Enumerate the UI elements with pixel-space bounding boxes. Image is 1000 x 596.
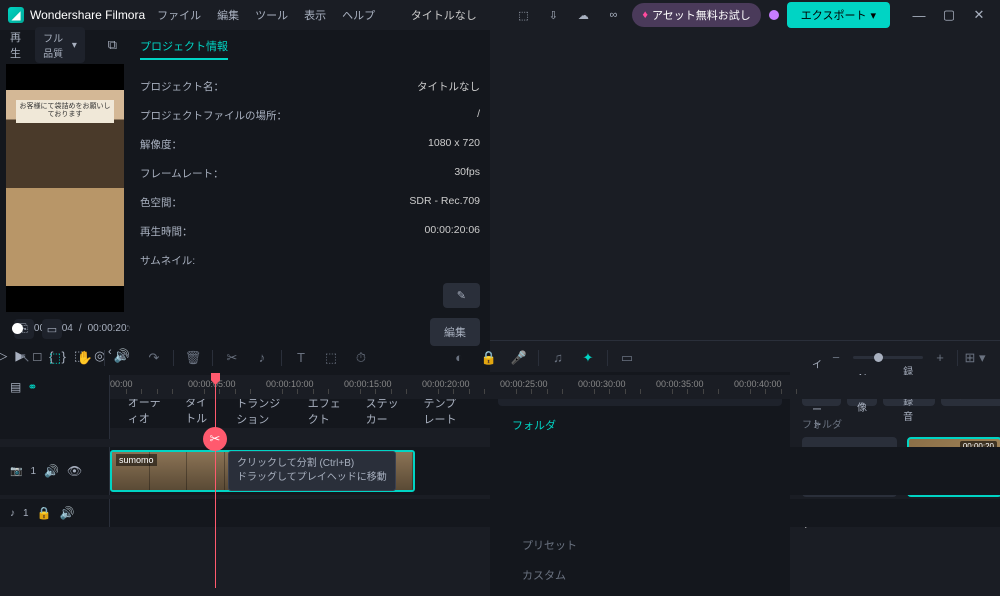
mic-icon[interactable]: 🎤 — [508, 347, 530, 369]
folder-icon[interactable]: ▭ — [42, 319, 62, 339]
delete-button[interactable]: 🗑 — [182, 347, 204, 369]
close-button[interactable]: ✕ — [966, 5, 992, 25]
inspector-row-2: 解像度：1080 x 720 — [140, 130, 480, 159]
text-tool[interactable]: T — [290, 347, 312, 369]
menu-file[interactable]: ファイル — [157, 7, 201, 23]
play-label: 再生 — [10, 29, 25, 61]
zoom-in-button[interactable]: + — [929, 347, 951, 369]
zoom-out-button[interactable]: − — [825, 347, 847, 369]
video-track-icon: 📷 — [10, 466, 22, 477]
clip-label: sumomo — [116, 454, 157, 466]
filmora-icon: ◢ — [8, 7, 24, 23]
hand-tool[interactable]: ✋ — [74, 347, 96, 369]
timeline-ruler[interactable]: 00:0000:00:05:0000:00:10:0000:00:15:0000… — [110, 375, 1000, 399]
split-tooltip: クリックして分割 (Ctrl+B) ドラッグしてプレイヘッドに移動 — [228, 451, 396, 491]
trial-label: アセット無料お試し — [652, 7, 751, 23]
undo-button[interactable]: ↶ — [113, 347, 135, 369]
app-logo: ◢ Wondershare Filmora — [8, 7, 145, 23]
titlebar: ◢ Wondershare Filmora ファイル 編集 ツール 表示 ヘルプ… — [0, 0, 1000, 30]
chevron-down-icon: ▾ — [870, 9, 876, 22]
crop-tool[interactable]: ⬚ — [320, 347, 342, 369]
quality-select[interactable]: フル品質 ▾ — [35, 27, 85, 63]
track-manager-icon[interactable]: ▤ — [10, 380, 21, 394]
sidebar-item-4[interactable]: プリセット — [498, 530, 782, 560]
video-preview[interactable]: お客様にて袋詰めをお願いしております — [6, 64, 124, 312]
menu-view[interactable]: 表示 — [304, 7, 326, 23]
menu-help[interactable]: ヘルプ — [342, 7, 375, 23]
account-dot[interactable] — [769, 10, 779, 20]
zoom-slider[interactable] — [853, 356, 923, 359]
float-icon[interactable]: ⧉ — [105, 34, 120, 56]
inspector-row-4: 色空間：SDR - Rec.709 — [140, 188, 480, 217]
link-icon[interactable]: ∞ — [602, 4, 624, 26]
speed-tool[interactable]: ⏱ — [350, 347, 372, 369]
ruler-mark: 00:00:25:00 — [500, 379, 548, 389]
split-handle[interactable]: ✂ — [203, 427, 227, 451]
marker-tool[interactable]: ✦ — [577, 347, 599, 369]
ruler-mark: 00:00:30:00 — [578, 379, 626, 389]
video-sign-text: お客様にて袋詰めをお願いしております — [16, 100, 114, 123]
document-title: タイトルなし — [387, 7, 500, 23]
split-tool[interactable]: ✂ — [221, 347, 243, 369]
video-track-header: 📷1 🔊 👁 — [0, 447, 110, 495]
ruler-mark: 00:00:15:00 — [344, 379, 392, 389]
minimize-button[interactable]: — — [906, 5, 932, 25]
main-menu: ファイル 編集 ツール 表示 ヘルプ — [157, 7, 375, 23]
download-icon[interactable]: ⇩ — [542, 4, 564, 26]
playhead[interactable] — [215, 375, 216, 588]
inspector-row-0: プロジェクト名：タイトルなし — [140, 72, 480, 101]
audio-tool[interactable]: ♪ — [251, 347, 273, 369]
visibility-icon[interactable]: 👁 — [67, 464, 82, 478]
ruler-mark: 00:00:10:00 — [266, 379, 314, 389]
titlebar-actions: ⬚ ⇩ ☁ ∞ アセット無料お試し エクスポート ▾ — ▢ ✕ — [512, 2, 992, 28]
inspector-row-3: フレームレート：30fps — [140, 159, 480, 188]
render-icon[interactable]: ▭ — [616, 347, 638, 369]
lock-track-icon[interactable]: 🔒 — [37, 506, 52, 520]
collapse-sidebar-icon[interactable]: ‹ — [108, 346, 112, 358]
trial-badge[interactable]: アセット無料お試し — [632, 3, 760, 27]
pointer-tool[interactable]: ↖ — [14, 347, 36, 369]
inspector-row-1: プロジェクトファイルの場所：/ — [140, 101, 480, 130]
color-tool[interactable]: ◐ — [448, 347, 470, 369]
maximize-button[interactable]: ▢ — [936, 5, 962, 25]
view-options-icon[interactable]: ⊞ ▾ — [964, 347, 986, 369]
cloud-icon[interactable]: ☁ — [572, 4, 594, 26]
audio-track-header: ♪1 🔒 🔊 — [0, 499, 110, 527]
play-pause-button[interactable]: ▷ — [0, 345, 7, 367]
app-name: Wondershare Filmora — [30, 8, 145, 22]
mute-track-icon[interactable]: 🔊 — [60, 506, 75, 520]
audio-track-icon: ♪ — [10, 508, 15, 519]
video-track[interactable]: sumomo クリックして分割 (Ctrl+B) ドラッグしてプレイヘッドに移動 — [110, 447, 1000, 495]
device-icon[interactable]: ⬚ — [512, 4, 534, 26]
lock-icon[interactable]: 🔒 — [478, 347, 500, 369]
select-tool[interactable]: ⬚ — [44, 347, 66, 369]
inspector-header: プロジェクト情報 — [140, 38, 228, 60]
edit-button[interactable]: 編集 — [430, 318, 480, 346]
ruler-mark: 00:00:35:00 — [656, 379, 704, 389]
inspector-row-5: 再生時間：00:00:20:06 — [140, 217, 480, 246]
inspector-panel: プロジェクト情報 プロジェクト名：タイトルなしプロジェクトファイルの場所：/解像… — [130, 30, 490, 372]
mute-icon[interactable]: 🔊 — [44, 464, 59, 478]
audio-track[interactable] — [110, 499, 1000, 527]
music-icon[interactable]: ♫ — [547, 347, 569, 369]
sidebar-item-5[interactable]: カスタム — [498, 560, 782, 590]
menu-edit[interactable]: 編集 — [217, 7, 239, 23]
menu-tools[interactable]: ツール — [255, 7, 288, 23]
ruler-mark: 00:00:20:00 — [422, 379, 470, 389]
ruler-mark: 00:00:40:00 — [734, 379, 782, 389]
link-tracks-icon[interactable]: ⚭ — [27, 380, 37, 394]
export-button[interactable]: エクスポート ▾ — [787, 2, 890, 28]
thumbnail-edit-button[interactable]: ✎ — [443, 283, 480, 308]
redo-button[interactable]: ↷ — [143, 347, 165, 369]
ruler-mark: 00:00 — [110, 379, 133, 389]
inspector-row-6: サムネイル: — [140, 246, 480, 275]
